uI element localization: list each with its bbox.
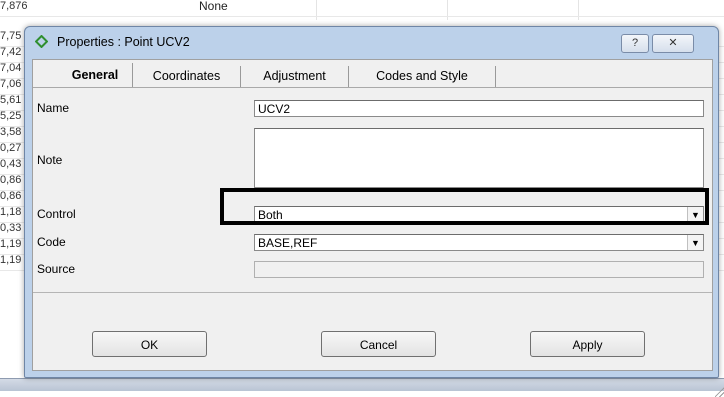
resize-grip[interactable] xyxy=(715,387,724,397)
source-field xyxy=(254,261,704,278)
tab-strip: General Coordinates Adjustment Codes and… xyxy=(33,60,712,88)
chevron-down-icon[interactable]: ▼ xyxy=(687,235,703,250)
diamond-point-icon xyxy=(35,35,48,48)
code-label: Code xyxy=(37,235,66,249)
tab-adjustment[interactable]: Adjustment xyxy=(241,66,349,87)
tab-coordinates[interactable]: Coordinates xyxy=(133,66,241,87)
help-button[interactable]: ? xyxy=(621,34,649,53)
control-label: Control xyxy=(37,207,76,221)
ok-button[interactable]: OK xyxy=(92,331,207,357)
name-label: Name xyxy=(37,101,70,115)
dialog-title: Properties : Point UCV2 xyxy=(57,35,190,49)
code-dropdown[interactable]: BASE,REF ▼ xyxy=(254,234,704,251)
background-row: 7,876 xyxy=(0,0,724,17)
apply-button[interactable]: Apply xyxy=(530,331,645,357)
note-label: Note xyxy=(37,153,63,167)
dialog-titlebar[interactable]: Properties : Point UCV2 ? ✕ xyxy=(25,27,718,57)
source-label: Source xyxy=(37,262,76,276)
code-value: BASE,REF xyxy=(258,236,318,250)
background-status-bar xyxy=(0,378,724,391)
tab-underline xyxy=(33,87,712,88)
name-field[interactable]: UCV2 xyxy=(254,100,704,117)
tab-codes-and-style[interactable]: Codes and Style xyxy=(349,66,496,87)
tab-general[interactable]: General xyxy=(58,63,133,87)
background-row-value: 7,876 xyxy=(0,0,28,12)
control-highlight-box xyxy=(220,188,709,225)
note-field[interactable] xyxy=(254,128,704,188)
form-separator xyxy=(33,292,712,293)
cancel-button[interactable]: Cancel xyxy=(321,331,436,357)
close-button[interactable]: ✕ xyxy=(652,34,694,53)
